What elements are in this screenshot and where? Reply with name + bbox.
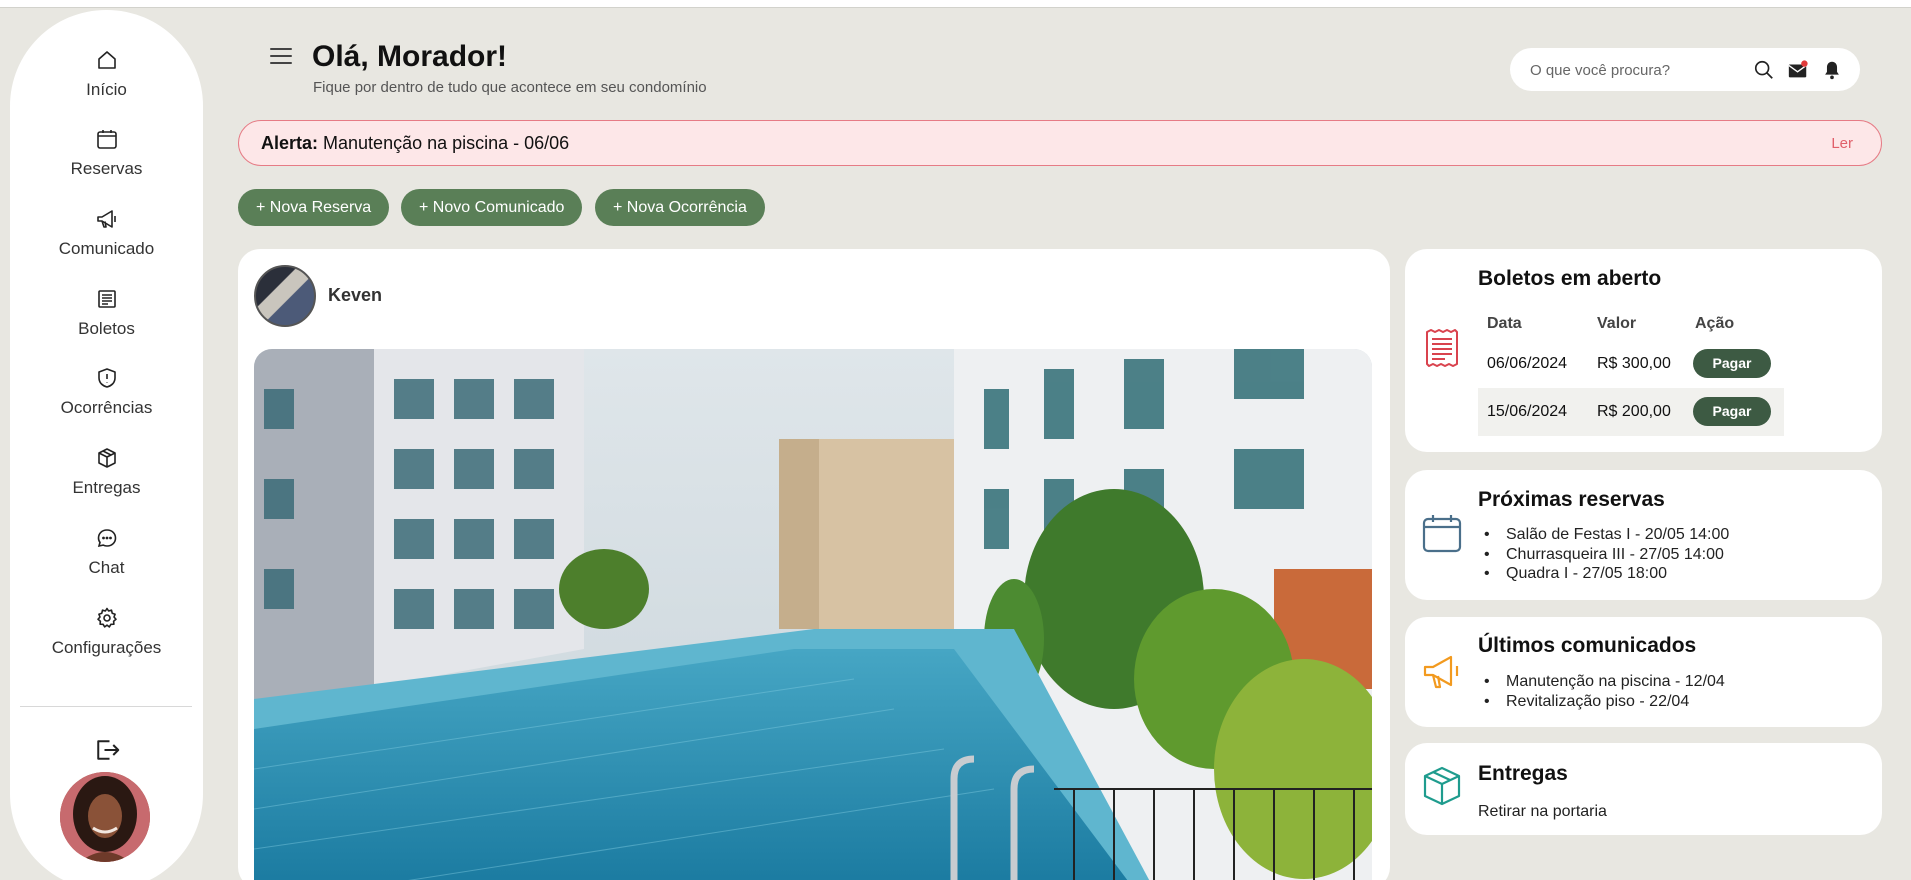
sidebar-item-ocorrencias[interactable]: Ocorrências xyxy=(10,366,203,418)
column-header-valor: Valor xyxy=(1597,315,1637,332)
alert-read-link[interactable]: Ler xyxy=(1831,135,1853,152)
new-occurrence-button[interactable]: + Nova Ocorrência xyxy=(595,189,765,226)
home-icon xyxy=(97,51,116,69)
package-icon xyxy=(97,448,116,468)
boleto-value: R$ 200,00 xyxy=(1597,403,1671,420)
reservas-card: Próximas reservas Salão de Festas I - 20… xyxy=(1405,470,1882,600)
sidebar-item-entregas[interactable]: Entregas xyxy=(10,446,203,498)
page-title: Olá, Morador! xyxy=(312,40,508,73)
alert-label: Alerta: xyxy=(261,133,319,153)
column-header-acao: Ação xyxy=(1695,315,1735,332)
chat-icon xyxy=(97,529,116,548)
search-bar xyxy=(1510,48,1860,91)
column-header-data: Data xyxy=(1487,315,1522,332)
comunicados-title: Últimos comunicados xyxy=(1478,634,1697,657)
logout-icon[interactable] xyxy=(92,735,122,765)
reservas-title: Próximas reservas xyxy=(1478,488,1665,511)
sidebar-item-inicio[interactable]: Início xyxy=(10,48,203,100)
user-avatar-image xyxy=(60,772,150,862)
sidebar-item-label: Reservas xyxy=(70,159,143,178)
boleto-value: R$ 300,00 xyxy=(1597,355,1671,372)
sidebar-item-reservas[interactable]: Reservas xyxy=(10,127,203,179)
search-icon[interactable] xyxy=(1752,59,1776,81)
window-top-border xyxy=(0,0,1911,8)
calendar-icon xyxy=(96,130,117,149)
package-icon xyxy=(1423,766,1461,806)
new-reservation-button[interactable]: + Nova Reserva xyxy=(238,189,390,226)
sidebar-item-chat[interactable]: Chat xyxy=(10,526,203,578)
receipt-icon xyxy=(1426,329,1458,367)
feed-post: Keven xyxy=(238,249,1390,880)
comunicados-list: Manutenção na piscina - 12/04 Revitaliza… xyxy=(1478,672,1725,711)
sidebar-item-label: Início xyxy=(86,80,127,99)
sidebar-item-label: Entregas xyxy=(72,478,141,497)
mail-icon[interactable] xyxy=(1786,59,1810,81)
pay-button[interactable]: Pagar xyxy=(1693,349,1771,378)
boletos-card: Boletos em aberto Data Valor Ação 06/06/… xyxy=(1405,249,1882,452)
gear-icon xyxy=(96,607,117,628)
megaphone-icon xyxy=(1423,655,1459,689)
list-item[interactable]: Revitalização piso - 22/04 xyxy=(1478,692,1725,712)
search-input[interactable] xyxy=(1530,58,1750,82)
post-author-avatar[interactable] xyxy=(254,265,316,327)
sidebar-item-label: Comunicado xyxy=(58,239,155,258)
comunicados-card: Últimos comunicados Manutenção na piscin… xyxy=(1405,617,1882,727)
list-item[interactable]: Quadra I - 27/05 18:00 xyxy=(1478,564,1729,584)
sidebar-item-label: Boletos xyxy=(78,319,135,338)
list-item[interactable]: Salão de Festas I - 20/05 14:00 xyxy=(1478,525,1729,545)
pool-photo xyxy=(254,349,1372,880)
entregas-title: Entregas xyxy=(1478,762,1568,785)
sidebar-item-label: Ocorrências xyxy=(60,398,153,417)
sidebar-item-boletos[interactable]: Boletos xyxy=(10,287,203,339)
sidebar-item-label: Chat xyxy=(88,558,125,577)
bell-icon[interactable] xyxy=(1820,59,1844,81)
list-item[interactable]: Manutenção na piscina - 12/04 xyxy=(1478,672,1725,692)
sidebar-item-configuracoes[interactable]: Configurações xyxy=(10,606,203,658)
post-image[interactable] xyxy=(254,349,1372,880)
user-avatar[interactable] xyxy=(60,772,150,862)
megaphone-icon xyxy=(96,210,116,228)
page-subtitle: Fique por dentro de tudo que acontece em… xyxy=(313,79,707,96)
calendar-icon xyxy=(1422,515,1462,553)
reservas-list: Salão de Festas I - 20/05 14:00 Churrasq… xyxy=(1478,525,1729,584)
sidebar-item-label: Configurações xyxy=(51,638,162,657)
sidebar-divider xyxy=(20,706,192,707)
menu-toggle-button[interactable] xyxy=(270,48,292,66)
shield-alert-icon xyxy=(97,368,116,388)
boleto-date: 06/06/2024 xyxy=(1487,355,1568,372)
sidebar-item-comunicado[interactable]: Comunicado xyxy=(10,207,203,259)
boletos-title: Boletos em aberto xyxy=(1478,267,1662,290)
sidebar: Início Reservas Comunicado Boletos Ocorr… xyxy=(10,10,203,880)
entregas-subtitle: Retirar na portaria xyxy=(1478,803,1607,820)
alert-banner: Alerta: Manutenção na piscina - 06/06 Le… xyxy=(238,120,1882,166)
list-item[interactable]: Churrasqueira III - 27/05 14:00 xyxy=(1478,545,1729,565)
alert-message: Manutenção na piscina - 06/06 xyxy=(323,133,570,153)
entregas-card: Entregas Retirar na portaria xyxy=(1405,743,1882,835)
receipt-icon xyxy=(97,290,116,308)
boleto-date: 15/06/2024 xyxy=(1487,403,1568,420)
alert-text: Alerta: Manutenção na piscina - 06/06 xyxy=(261,133,569,154)
pay-button[interactable]: Pagar xyxy=(1693,397,1771,426)
post-author-name[interactable]: Keven xyxy=(328,285,382,306)
new-announcement-button[interactable]: + Novo Comunicado xyxy=(401,189,583,226)
